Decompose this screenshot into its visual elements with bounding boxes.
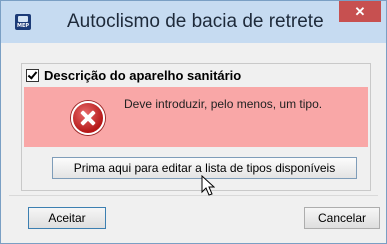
error-panel: Deve introduzir, pelo menos, um tipo. [24, 87, 368, 147]
error-message: Deve introduzir, pelo menos, um tipo. [124, 97, 323, 111]
footer-divider [9, 195, 378, 196]
close-button[interactable]: ✕ [339, 1, 381, 22]
group-header[interactable]: Descrição do aparelho sanitário [26, 66, 241, 84]
dialog-window: MEP Autoclismo de bacia de retrete ✕ Des… [0, 0, 387, 244]
error-icon [71, 101, 105, 135]
app-icon-graphic [18, 16, 28, 22]
accept-button[interactable]: Aceitar [28, 207, 106, 229]
window-title: Autoclismo de bacia de retrete [67, 11, 324, 32]
app-icon-label: MEP [16, 23, 30, 29]
app-icon: MEP [15, 14, 31, 30]
title-bar[interactable]: MEP Autoclismo de bacia de retrete ✕ [1, 1, 386, 43]
cancel-button[interactable]: Cancelar [304, 207, 380, 229]
group-label: Descrição do aparelho sanitário [44, 67, 242, 83]
description-checkbox[interactable] [26, 68, 39, 82]
mouse-cursor-icon [201, 175, 215, 196]
close-icon: ✕ [354, 4, 366, 19]
